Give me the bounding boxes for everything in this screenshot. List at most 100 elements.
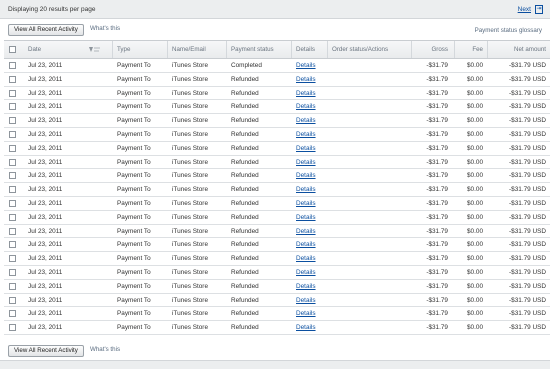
table-row[interactable]: Jul 23, 2011 Payment To iTunes Store Ref…	[4, 197, 550, 211]
table-row[interactable]: Jul 23, 2011 Payment To iTunes Store Ref…	[4, 114, 550, 128]
row-checkbox[interactable]	[9, 130, 16, 138]
row-type: Payment To	[117, 62, 151, 69]
row-fee: $0.00	[467, 324, 483, 332]
sort-order-icon[interactable]	[88, 41, 101, 58]
row-details-link[interactable]: Details	[296, 100, 316, 113]
row-details-link[interactable]: Details	[296, 280, 316, 293]
view-all-recent-activity-button-bottom[interactable]: View All Recent Activity	[8, 345, 84, 357]
row-checkbox[interactable]	[9, 62, 16, 69]
row-checkbox[interactable]	[9, 282, 16, 290]
table-row[interactable]: Jul 23, 2011 Payment To iTunes Store Ref…	[4, 100, 550, 115]
row-checkbox[interactable]	[9, 241, 16, 249]
row-checkbox[interactable]	[9, 75, 16, 83]
column-name-email: Name/Email	[172, 46, 206, 53]
payment-status-glossary-link[interactable]: Payment status glossary	[475, 27, 542, 34]
row-date: Jul 23, 2011	[28, 117, 63, 125]
row-gross: -$31.79	[426, 255, 448, 263]
table-row[interactable]: Jul 23, 2011 Payment To iTunes Store Com…	[4, 59, 550, 73]
row-details-link[interactable]: Details	[296, 307, 316, 320]
last-page-icon[interactable]: ⇥	[535, 5, 543, 14]
row-checkbox[interactable]	[9, 268, 16, 276]
column-separator	[411, 41, 412, 58]
column-fee: Fee	[472, 46, 483, 53]
next-page-link[interactable]: Next	[518, 6, 531, 13]
table-row[interactable]: Jul 23, 2011 Payment To iTunes Store Ref…	[4, 321, 550, 335]
row-date: Jul 23, 2011	[28, 255, 63, 263]
table-row[interactable]: Jul 23, 2011 Payment To iTunes Store Ref…	[4, 169, 550, 184]
row-net-amount: -$31.79 USD	[509, 130, 546, 138]
row-date: Jul 23, 2011	[28, 172, 63, 180]
row-details-link[interactable]: Details	[296, 142, 316, 155]
row-checkbox[interactable]	[9, 324, 16, 332]
row-type: Payment To	[117, 282, 151, 290]
row-checkbox[interactable]	[9, 310, 16, 318]
table-row[interactable]: Jul 23, 2011 Payment To iTunes Store Ref…	[4, 142, 550, 156]
row-checkbox[interactable]	[9, 89, 16, 97]
row-details-link[interactable]: Details	[296, 59, 316, 72]
row-details-link[interactable]: Details	[296, 183, 316, 196]
row-checkbox[interactable]	[9, 227, 16, 235]
whats-this-link[interactable]: What's this	[90, 25, 120, 32]
table-row[interactable]: Jul 23, 2011 Payment To iTunes Store Ref…	[4, 225, 550, 239]
column-date[interactable]: Date	[28, 41, 41, 58]
view-all-recent-activity-button[interactable]: View All Recent Activity	[8, 24, 84, 36]
table-row[interactable]: Jul 23, 2011 Payment To iTunes Store Ref…	[4, 280, 550, 294]
row-details-link[interactable]: Details	[296, 87, 316, 100]
row-gross: -$31.79	[426, 62, 448, 69]
table-row[interactable]: Jul 23, 2011 Payment To iTunes Store Ref…	[4, 252, 550, 266]
row-date: Jul 23, 2011	[28, 89, 63, 97]
table-row[interactable]: Jul 23, 2011 Payment To iTunes Store Ref…	[4, 183, 550, 197]
row-checkbox[interactable]	[9, 186, 16, 194]
column-type: Type	[117, 46, 131, 53]
row-date: Jul 23, 2011	[28, 158, 63, 166]
row-payment-status: Refunded	[231, 268, 259, 276]
table-row[interactable]: Jul 23, 2011 Payment To iTunes Store Ref…	[4, 128, 550, 142]
row-net-amount: -$31.79 USD	[509, 117, 546, 125]
table-row[interactable]: Jul 23, 2011 Payment To iTunes Store Ref…	[4, 87, 550, 101]
row-checkbox[interactable]	[9, 199, 16, 207]
whats-this-link-bottom[interactable]: What's this	[90, 346, 120, 353]
row-checkbox[interactable]	[9, 296, 16, 304]
row-details-link[interactable]: Details	[296, 266, 316, 279]
row-checkbox[interactable]	[9, 144, 16, 152]
row-type: Payment To	[117, 186, 151, 194]
row-date: Jul 23, 2011	[28, 213, 63, 221]
table-row[interactable]: Jul 23, 2011 Payment To iTunes Store Ref…	[4, 238, 550, 253]
row-fee: $0.00	[467, 241, 483, 249]
row-details-link[interactable]: Details	[296, 114, 316, 127]
row-checkbox[interactable]	[9, 213, 16, 221]
row-type: Payment To	[117, 75, 151, 83]
row-checkbox[interactable]	[9, 255, 16, 263]
table-row[interactable]: Jul 23, 2011 Payment To iTunes Store Ref…	[4, 156, 550, 170]
row-details-link[interactable]: Details	[296, 197, 316, 210]
row-fee: $0.00	[467, 158, 483, 166]
row-details-link[interactable]: Details	[296, 211, 316, 224]
row-gross: -$31.79	[426, 296, 448, 304]
row-checkbox[interactable]	[9, 117, 16, 125]
table-row[interactable]: Jul 23, 2011 Payment To iTunes Store Ref…	[4, 211, 550, 225]
row-net-amount: -$31.79 USD	[509, 103, 546, 111]
row-details-link[interactable]: Details	[296, 73, 316, 86]
row-checkbox[interactable]	[9, 158, 16, 166]
row-details-link[interactable]: Details	[296, 156, 316, 169]
table-row[interactable]: Jul 23, 2011 Payment To iTunes Store Ref…	[4, 73, 550, 87]
row-checkbox[interactable]	[9, 103, 16, 111]
row-details-link[interactable]: Details	[296, 321, 316, 334]
row-type: Payment To	[117, 324, 151, 332]
column-separator	[454, 41, 455, 58]
row-net-amount: -$31.79 USD	[509, 186, 546, 194]
row-checkbox[interactable]	[9, 172, 16, 180]
table-row[interactable]: Jul 23, 2011 Payment To iTunes Store Ref…	[4, 294, 550, 308]
row-details-link[interactable]: Details	[296, 294, 316, 307]
table-row[interactable]: Jul 23, 2011 Payment To iTunes Store Ref…	[4, 307, 550, 322]
row-details-link[interactable]: Details	[296, 128, 316, 141]
select-all-checkbox[interactable]	[9, 46, 16, 53]
table-row[interactable]: Jul 23, 2011 Payment To iTunes Store Ref…	[4, 266, 550, 280]
row-details-link[interactable]: Details	[296, 225, 316, 238]
row-payment-status: Refunded	[231, 310, 259, 318]
row-details-link[interactable]: Details	[296, 252, 316, 265]
row-details-link[interactable]: Details	[296, 169, 316, 182]
row-type: Payment To	[117, 213, 151, 221]
row-details-link[interactable]: Details	[296, 238, 316, 251]
row-name: iTunes Store	[172, 130, 208, 138]
